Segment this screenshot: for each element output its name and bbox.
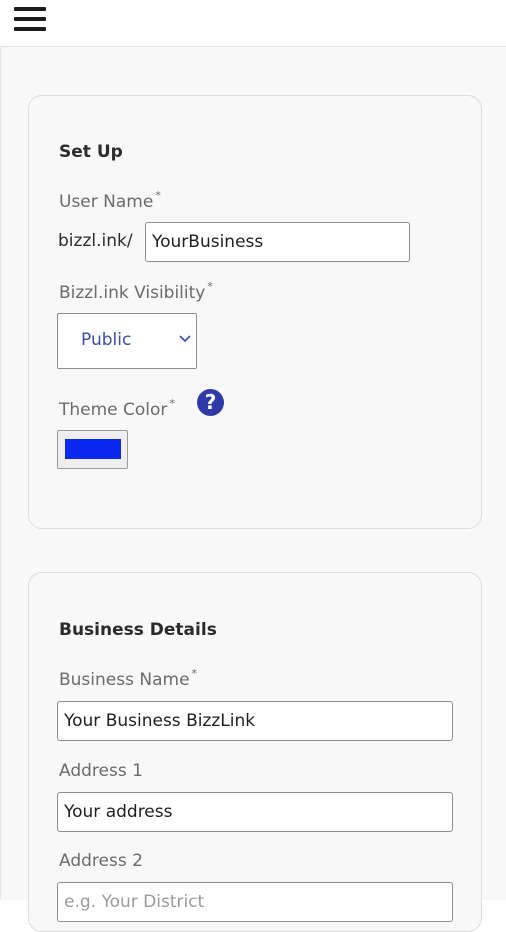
address1-label: Address 1 — [59, 761, 143, 781]
theme-color-fill — [65, 439, 121, 459]
visibility-selected-value: Public — [81, 330, 132, 350]
top-bar — [0, 0, 506, 47]
address1-input[interactable] — [57, 792, 453, 832]
username-label: User Name * — [59, 189, 161, 212]
theme-color-label-text: Theme Color — [59, 400, 168, 420]
theme-color-label: Theme Color * — [59, 397, 175, 420]
menu-line — [14, 27, 46, 31]
chevron-down-icon — [179, 335, 191, 343]
required-asterisk: * — [155, 189, 161, 202]
menu-line — [14, 7, 46, 11]
business-name-input[interactable] — [57, 701, 453, 741]
business-name-label: Business Name * — [59, 667, 198, 690]
visibility-label-text: Bizzl.ink Visibility — [59, 283, 206, 303]
visibility-select[interactable]: Public — [57, 313, 197, 369]
required-asterisk: * — [207, 280, 213, 293]
theme-color-picker[interactable] — [57, 430, 128, 469]
hamburger-menu-icon[interactable] — [14, 7, 47, 33]
business-section-title: Business Details — [59, 620, 217, 640]
setup-section-title: Set Up — [59, 142, 123, 162]
address2-input[interactable] — [57, 882, 453, 922]
business-name-label-text: Business Name — [59, 670, 190, 690]
username-label-text: User Name — [59, 192, 154, 212]
required-asterisk: * — [191, 667, 198, 680]
menu-line — [14, 17, 46, 21]
help-icon[interactable]: ? — [197, 389, 224, 416]
username-input[interactable] — [145, 222, 410, 262]
visibility-label: Bizzl.ink Visibility * — [59, 280, 213, 303]
address2-label: Address 2 — [59, 851, 143, 871]
username-prefix: bizzl.ink/ — [58, 231, 133, 251]
required-asterisk: * — [169, 397, 175, 410]
